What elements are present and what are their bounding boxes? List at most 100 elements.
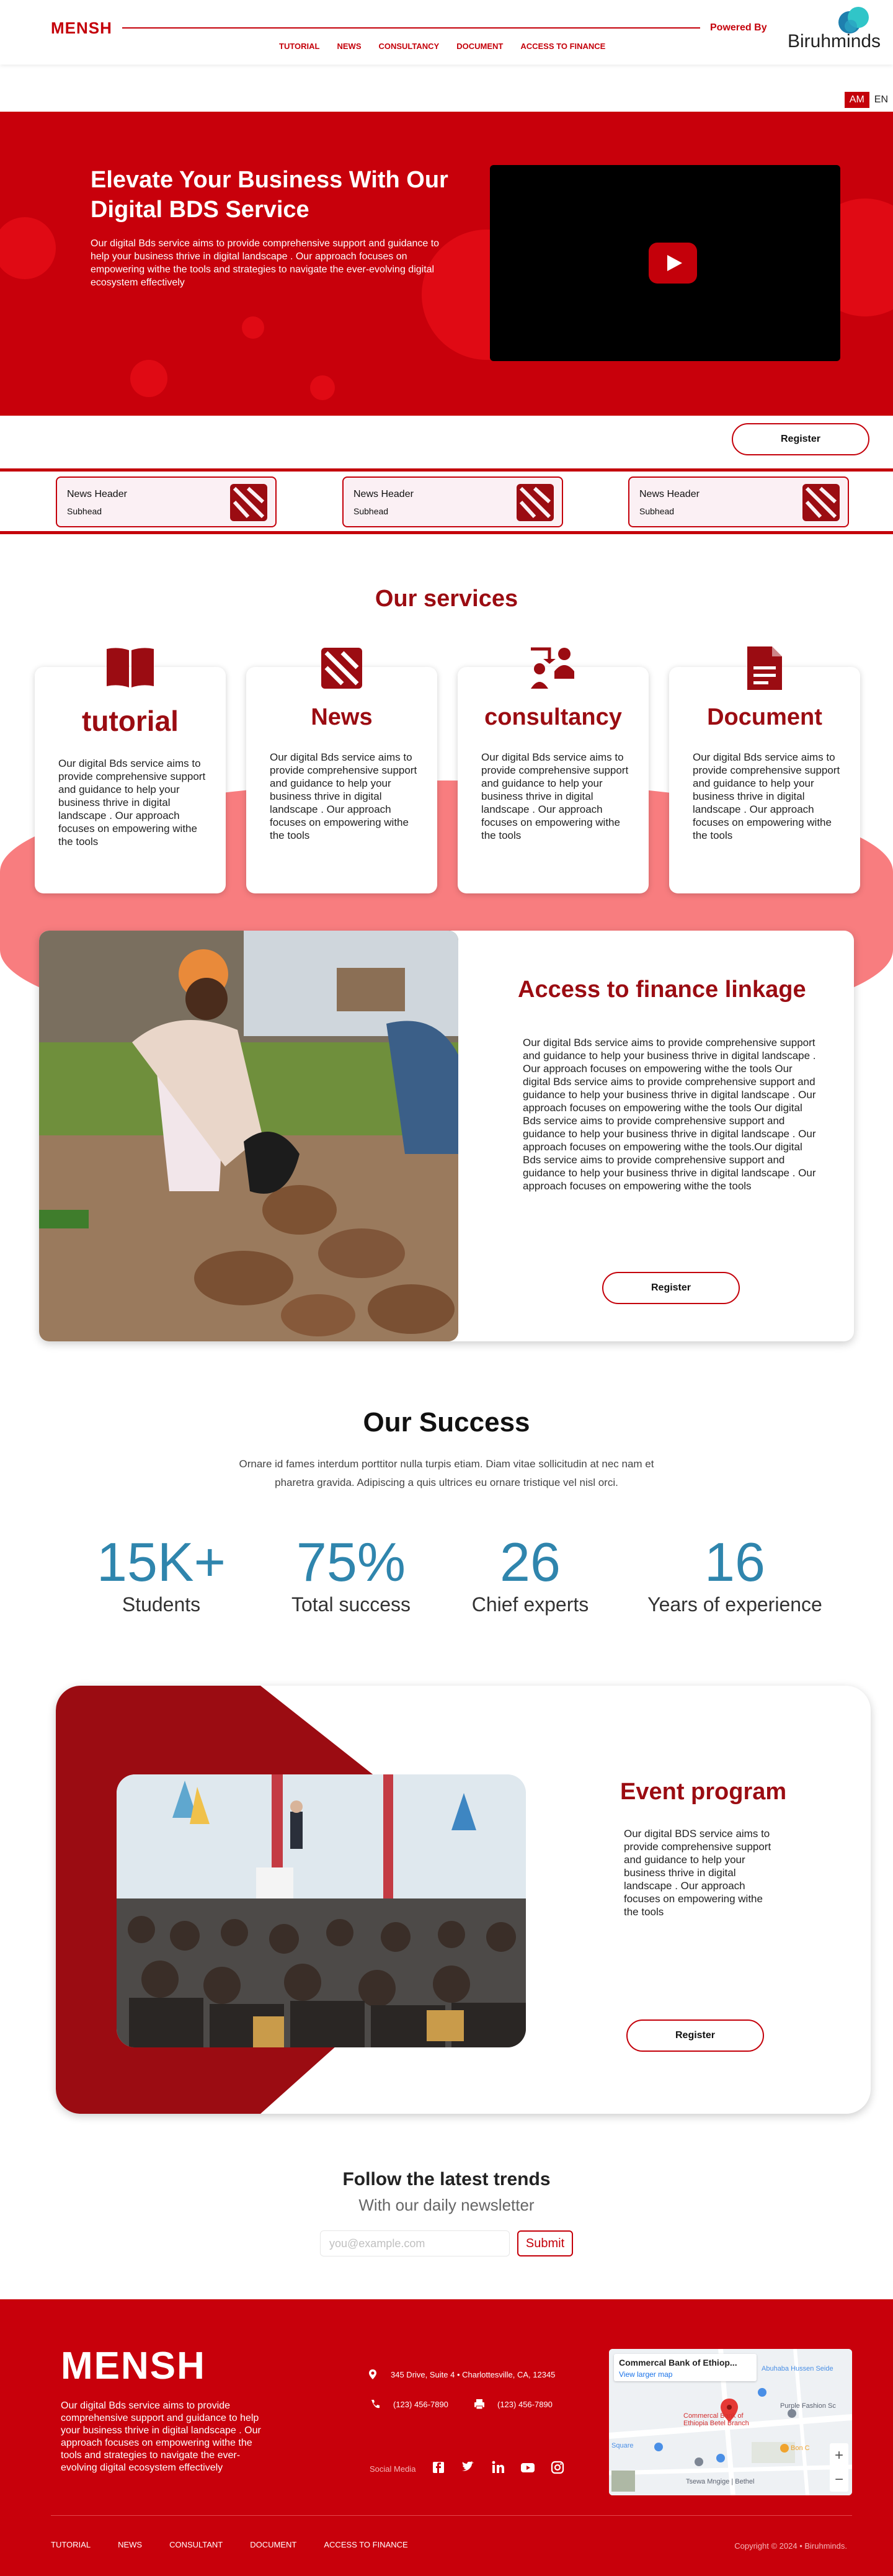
main-nav: TUTORIAL NEWS CONSULTANCY DOCUMENT ACCES… [279,42,605,51]
video-player[interactable] [490,165,840,361]
footer-nav-consultant[interactable]: CONSULTANT [169,2540,223,2549]
map-label: Bon C [791,2444,810,2452]
service-title: consultancy [484,704,622,730]
nav-access-to-finance[interactable]: ACCESS TO FINANCE [520,42,605,51]
news-card[interactable]: News Header Subhead [342,476,563,527]
footer-nav-document[interactable]: DOCUMENT [250,2540,296,2549]
register-button-finance[interactable]: Register [602,1272,740,1304]
hero-title: Elevate Your Business With Our Digital B… [91,167,448,223]
news-card-header: News Header [639,489,700,499]
service-title: News [311,704,373,730]
stat-label: Years of experience [647,1593,822,1616]
service-title: tutorial [82,705,179,737]
stat-years-experience: 16 Years of experience [639,1532,831,1617]
news-card-header: News Header [67,489,127,499]
service-description: Our digital Bds service aims to provide … [693,751,840,841]
site-logo[interactable]: MENSH [51,19,112,38]
news-card-subhead: Subhead [639,506,675,516]
event-photo [117,1774,526,2047]
news-icon [230,484,267,521]
facebook-icon[interactable] [430,2459,446,2475]
stat-value: 15K+ [97,1531,226,1593]
finance-title: Access to finance linkage [518,977,806,1003]
service-description: Our digital Bds service aims to provide … [58,758,206,847]
footer-nav-access-to-finance[interactable]: ACCESS TO FINANCE [324,2540,407,2549]
news-strip-border [0,468,893,472]
decorative-circle [0,217,56,279]
newsletter-submit-button[interactable]: Submit [517,2230,573,2256]
news-strip-border [0,531,893,534]
footer-nav-news[interactable]: NEWS [118,2540,142,2549]
footer-fax: (123) 456-7890 [497,2400,553,2409]
register-button-hero[interactable]: Register [732,423,869,455]
lang-am-button[interactable]: AM [844,92,869,108]
stat-value: 26 [500,1531,561,1593]
fax-icon [474,2399,484,2410]
nav-consultancy[interactable]: CONSULTANCY [378,42,439,51]
stat-label: Students [122,1593,201,1616]
view-larger-map-link[interactable]: View larger map [619,2370,672,2379]
newsletter-subtitle: With our daily newsletter [358,2196,535,2214]
zoom-out-button[interactable]: − [830,2467,848,2492]
footer-phone: (123) 456-7890 [393,2400,448,2409]
copyright-text: Copyright © 2024 • Biruhminds. [734,2541,847,2551]
youtube-icon[interactable] [520,2459,536,2475]
language-switcher: AM EN [844,92,893,108]
decorative-circle [310,375,335,400]
nav-document[interactable]: DOCUMENT [456,42,503,51]
decorative-circle [130,360,167,397]
header-divider [122,27,700,29]
map-place-name: Commercal Bank of Ethiop... [619,2358,737,2368]
nav-news[interactable]: NEWS [337,42,361,51]
service-title: Document [707,704,822,730]
event-description: Our digital BDS service aims to provide … [624,1828,771,1918]
service-card-news[interactable]: News Our digital Bds service aims to pro… [246,667,437,893]
map-label: Square [611,2442,634,2449]
location-map[interactable]: Commercal Bank of Ethiopia Betel Branch … [609,2349,852,2495]
stat-students: 15K+ Students [87,1532,236,1617]
newsletter-title: Follow the latest trends [342,2169,551,2189]
event-title: Event program [620,1779,787,1805]
footer-logo[interactable]: MENSH [61,2344,206,2388]
play-icon[interactable] [649,243,697,284]
stat-value: 75% [296,1531,406,1593]
finance-photo [39,931,458,1341]
stat-value: 16 [704,1531,765,1593]
news-icon [321,648,362,689]
finance-description: Our digital Bds service aims to provide … [523,1037,816,1192]
document-icon [747,646,782,690]
service-card-tutorial[interactable]: tutorial Our digital Bds service aims to… [35,667,226,893]
partner-name: Biruhminds [788,31,881,51]
register-button-event[interactable]: Register [626,2019,764,2052]
location-icon [369,2369,376,2379]
zoom-in-button[interactable]: + [830,2443,848,2467]
news-card-header: News Header [353,489,414,499]
news-card[interactable]: News Header Subhead [56,476,277,527]
service-card-consultancy[interactable]: consultancy Our digital Bds service aims… [458,667,649,893]
hero-section: Elevate Your Business With Our Digital B… [0,112,893,416]
news-card[interactable]: News Header Subhead [628,476,849,527]
service-description: Our digital Bds service aims to provide … [481,751,629,841]
site-footer: MENSH Our digital Bds service aims to pr… [0,2299,893,2576]
powered-by-label: Powered By [710,22,767,33]
lang-en-button[interactable]: EN [869,92,893,108]
twitter-icon[interactable] [460,2459,476,2475]
linkedin-icon[interactable] [490,2459,506,2475]
newsletter-email-input[interactable] [320,2230,510,2256]
service-card-document[interactable]: Document Our digital Bds service aims to… [669,667,860,893]
footer-description: Our digital Bds service aims to provide … [61,2400,261,2473]
footer-nav-tutorial[interactable]: TUTORIAL [51,2540,91,2549]
footer-divider [51,2515,852,2516]
social-media-label: Social Media [370,2464,416,2474]
stat-label: Total success [291,1593,411,1616]
nav-tutorial[interactable]: TUTORIAL [279,42,319,51]
map-label: Tsewa Mngige | Bethel [686,2478,755,2485]
news-card-subhead: Subhead [67,506,102,516]
instagram-icon[interactable] [549,2459,566,2475]
event-section: Event program Our digital BDS service ai… [56,1686,871,2114]
map-info-card: Commercal Bank of Ethiop... View larger … [614,2354,757,2381]
hero-description: Our digital Bds service aims to provide … [91,238,440,288]
news-icon [802,484,840,521]
phone-icon [371,2400,380,2408]
services-title: Our services [375,586,518,612]
